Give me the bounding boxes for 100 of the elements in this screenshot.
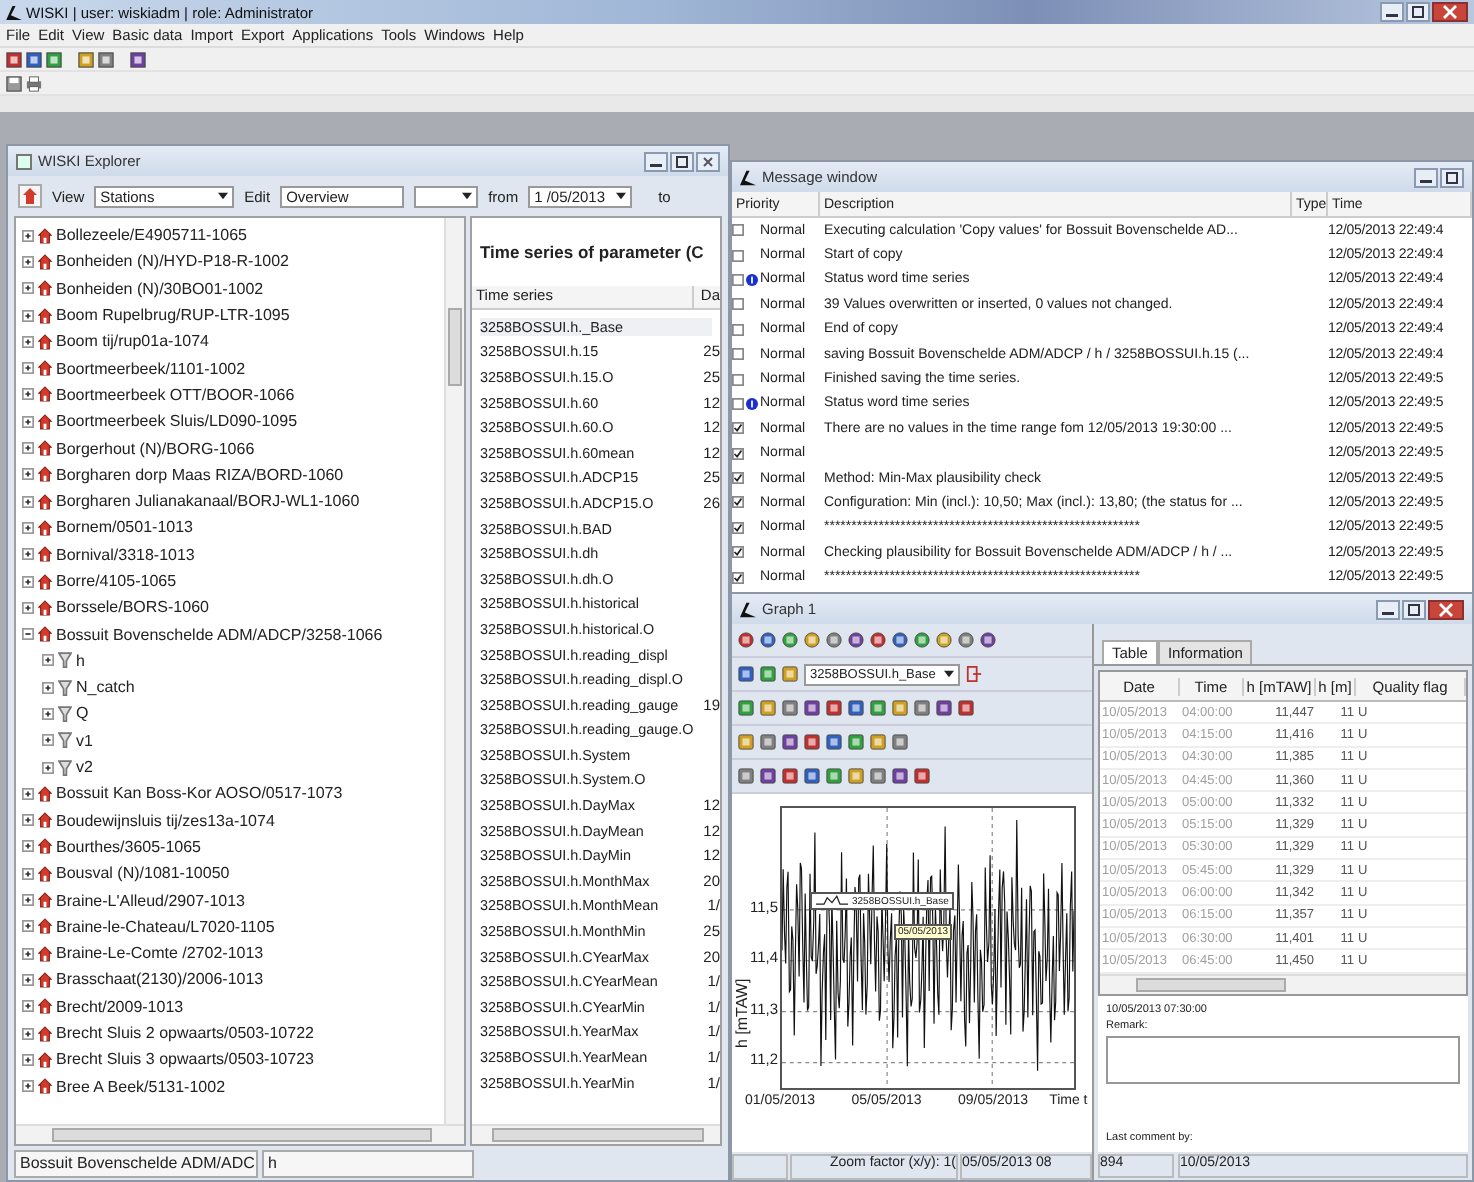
maximize-icon[interactable] [1402,599,1426,619]
tree-item[interactable]: Boom Rupelbrug/RUP-LTR-1095 [56,306,290,325]
maximize-icon[interactable] [670,151,694,171]
expand-icon[interactable] [22,787,34,800]
save-icon[interactable] [6,75,22,91]
tree-item[interactable]: v2 [76,758,93,777]
checked-checkbox[interactable] [732,447,744,460]
scrollbar[interactable] [1100,973,1466,994]
caret-icon[interactable] [218,192,229,200]
tree-item[interactable]: Bollezeele/E4905711-1065 [56,226,247,245]
checkbox[interactable] [732,273,744,286]
tree-item[interactable]: Boortmeerbeek/1101-1002 [56,359,246,378]
checkbox[interactable] [732,348,744,361]
collapse-icon[interactable] [22,628,34,641]
expand-icon[interactable] [42,707,54,720]
tree-item[interactable]: Borgharen Julianakanaal/BORJ-WL1-1060 [56,492,360,511]
checked-checkbox[interactable] [732,496,744,509]
tree-item[interactable]: Braine-le-Chateau/L7020-1105 [56,917,275,936]
tree-item[interactable]: Borgharen dorp Maas RIZA/BORD-1060 [56,465,344,484]
checked-checkbox[interactable] [732,472,744,485]
expand-icon[interactable] [22,335,34,348]
minimize-icon[interactable] [644,151,668,171]
exit-icon[interactable] [966,666,982,682]
close-icon[interactable] [1428,599,1464,619]
expand-icon[interactable] [22,495,34,508]
expand-icon[interactable] [22,255,34,268]
checkbox[interactable] [732,373,744,386]
expand-icon[interactable] [22,362,34,375]
expand-icon[interactable] [22,1000,34,1013]
expand-icon[interactable] [22,1053,34,1066]
checked-checkbox[interactable] [732,571,744,584]
expand-icon[interactable] [42,761,54,774]
caret-icon[interactable] [462,192,473,200]
caret-icon[interactable] [944,670,954,678]
expand-icon[interactable] [22,229,34,242]
tree-item[interactable]: Bonheiden (N)/HYD-P18-R-1002 [56,252,289,271]
printer-icon[interactable] [26,75,42,91]
expand-icon[interactable] [22,388,34,401]
expand-icon[interactable] [22,575,34,587]
minimize-icon[interactable] [1414,167,1438,187]
expand-icon[interactable] [22,468,34,481]
expand-icon[interactable] [22,1080,34,1093]
tree-item[interactable]: Borre/4105-1065 [56,572,177,590]
tree-item[interactable]: v1 [76,731,93,750]
tree-item[interactable]: h [76,651,85,670]
tree-item[interactable]: N_catch [76,678,135,697]
expand-icon[interactable] [22,548,34,561]
caret-icon[interactable] [616,192,627,200]
scrollbar[interactable] [16,1124,464,1144]
scrollbar[interactable] [472,1124,720,1144]
tree-item[interactable]: Bornem/0501-1013 [56,518,193,537]
tree-item[interactable]: Braine-Le-Comte /2702-1013 [56,944,264,963]
tree-item[interactable]: Brecht/2009-1013 [56,997,184,1016]
expand-icon[interactable] [22,840,34,853]
tree-item[interactable]: Bossuit Bovenschelde ADM/ADCP/3258-1066 [56,625,383,644]
tree-item[interactable]: Brecht Sluis 3 opwaarts/0503-10723 [56,1050,314,1069]
checkbox[interactable] [732,397,744,410]
expand-icon[interactable] [42,734,54,747]
tree-item[interactable]: Bree A Beek/5131-1002 [56,1077,226,1096]
tree-item[interactable]: Bornival/3318-1013 [56,545,195,564]
close-icon[interactable] [696,151,720,171]
tree-item[interactable]: Borgerhout (N)/BORG-1066 [56,439,255,458]
expand-icon[interactable] [22,309,34,322]
expand-icon[interactable] [22,415,34,428]
expand-icon[interactable] [22,282,34,295]
minimize-icon[interactable] [1380,2,1404,22]
period-select[interactable] [414,185,479,207]
expand-icon[interactable] [22,947,34,960]
checked-checkbox[interactable] [732,546,744,559]
expand-icon[interactable] [22,894,34,907]
tree-item[interactable]: Boortmeerbeek Sluis/LD090-1095 [56,412,298,431]
expand-icon[interactable] [22,973,34,986]
checkbox[interactable] [732,323,744,336]
expand-icon[interactable] [42,654,54,667]
checked-checkbox[interactable] [732,521,744,534]
expand-icon[interactable] [22,442,34,455]
tree-item[interactable]: Boudewijnsluis tij/zes13a-1074 [56,811,275,830]
checkbox[interactable] [732,249,744,262]
tree-item[interactable]: Bousval (N)/1081-10050 [56,864,230,883]
checked-checkbox[interactable] [732,422,744,435]
tree-item[interactable]: Boom tij/rup01a-1074 [56,332,209,351]
expand-icon[interactable] [22,867,34,880]
tree-item[interactable]: Boortmeerbeek OTT/BOOR-1066 [56,385,295,404]
tree-item[interactable]: Braine-L'Alleud/2907-1013 [56,891,245,910]
expand-icon[interactable] [22,1027,34,1040]
expand-icon[interactable] [22,920,34,933]
checkbox[interactable] [732,224,744,237]
tree-item[interactable]: Borssele/BORS-1060 [56,598,209,617]
checkbox[interactable] [732,298,744,311]
tree-item[interactable]: Bossuit Kan Boss-Kor AOSO/0517-1073 [56,784,343,803]
expand-icon[interactable] [22,521,34,534]
maximize-icon[interactable] [1406,2,1430,22]
expand-icon[interactable] [22,814,34,827]
tree-item[interactable]: Bourthes/3605-1065 [56,837,201,856]
expand-icon[interactable] [42,681,54,694]
station-icon[interactable] [18,184,42,208]
close-icon[interactable] [1432,2,1468,22]
tree-item[interactable]: Q [76,704,89,723]
tree-item[interactable]: Brecht Sluis 2 opwaarts/0503-10722 [56,1024,314,1043]
expand-icon[interactable] [22,601,34,614]
